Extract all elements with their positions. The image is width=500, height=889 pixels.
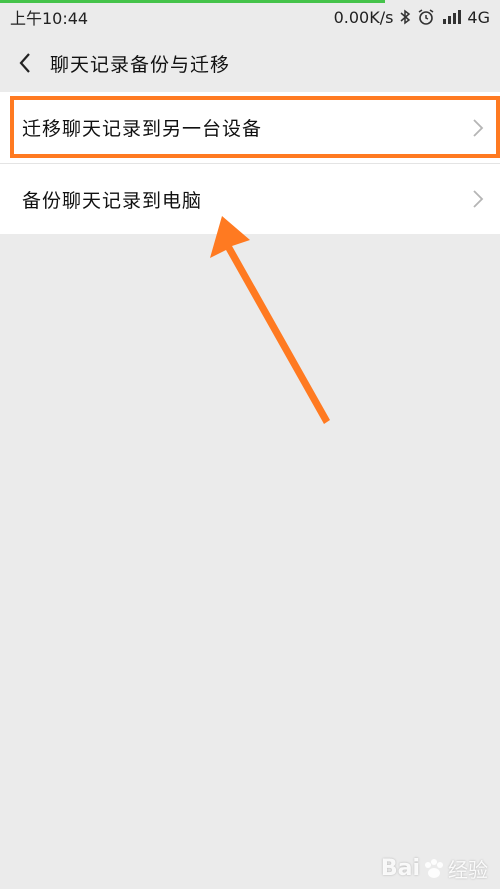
paw-icon bbox=[425, 858, 443, 878]
status-right: 0.00K/s 4G bbox=[334, 8, 490, 27]
watermark: Bai 经验 bbox=[381, 854, 488, 883]
chevron-left-icon bbox=[19, 53, 30, 73]
watermark-brand: Bai bbox=[380, 856, 420, 881]
signal-icon bbox=[441, 9, 462, 25]
menu-item-backup-pc[interactable]: 备份聊天记录到电脑 bbox=[0, 163, 500, 234]
bluetooth-icon bbox=[399, 9, 411, 25]
page-header: 聊天记录备份与迁移 bbox=[0, 36, 500, 90]
back-button[interactable] bbox=[0, 36, 50, 90]
status-network: 4G bbox=[467, 7, 490, 27]
menu-item-label: 备份聊天记录到电脑 bbox=[22, 189, 203, 212]
menu-item-migrate[interactable]: 迁移聊天记录到另一台设备 bbox=[0, 92, 500, 163]
status-speed: 0.00K/s bbox=[333, 7, 394, 27]
status-time: 上午10:44 bbox=[10, 9, 89, 28]
alarm-icon bbox=[417, 8, 435, 26]
menu-item-label: 迁移聊天记录到另一台设备 bbox=[22, 118, 263, 140]
chevron-right-icon bbox=[473, 118, 484, 137]
status-bar: 上午10:44 0.00K/s 4G bbox=[0, 3, 500, 31]
watermark-sub: 经验 bbox=[448, 858, 488, 882]
chevron-right-icon bbox=[473, 190, 484, 208]
menu-list: 迁移聊天记录到另一台设备 备份聊天记录到电脑 bbox=[0, 92, 500, 234]
page-title: 聊天记录备份与迁移 bbox=[50, 53, 231, 76]
